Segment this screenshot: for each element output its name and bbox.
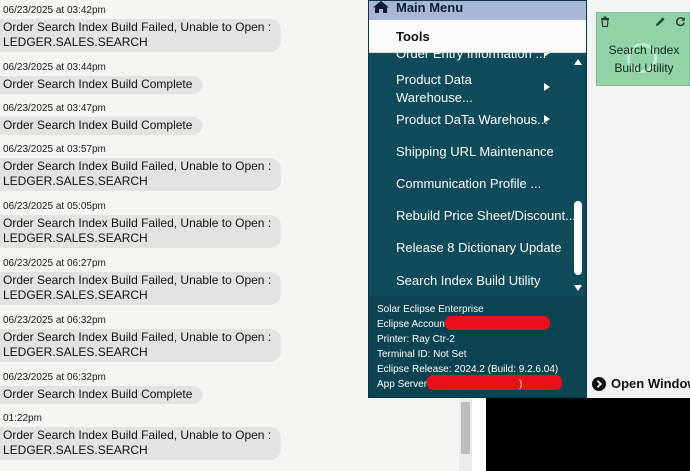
log-message-line: LEDGER.SALES.SEARCH	[3, 35, 148, 49]
menu-item-rebuild-price-sheet[interactable]: Rebuild Price Sheet/Discount...	[396, 207, 576, 225]
log-message: Order Search Index Build Complete	[0, 76, 203, 94]
scroll-up-icon[interactable]	[574, 59, 582, 65]
log-timestamp: 06/23/2025 at 05:05pm	[3, 201, 106, 212]
log-entry: 06/23/2025 at 06:27pm Order Search Index…	[0, 258, 282, 305]
main-menu-panel: Main Menu Tools Order Entry Information …	[368, 0, 587, 398]
info-terminal: Terminal ID: Not Set	[377, 349, 467, 360]
log-entry: 06/23/2025 at 05:05pm Order Search Index…	[0, 201, 282, 248]
menu-item-search-index-build-utility[interactable]: Search Index Build Utility	[396, 272, 541, 290]
log-timestamp: 06/23/2025 at 03:47pm	[3, 103, 106, 114]
main-menu-header[interactable]: Main Menu	[369, 1, 586, 20]
log-message-line: Order Search Index Build Failed, Unable …	[3, 216, 272, 230]
chevron-right-circle-icon	[592, 377, 606, 391]
refresh-icon[interactable]	[675, 16, 686, 27]
log-message-line: Order Search Index Build Complete	[3, 387, 193, 401]
menu-item-label: Search Index Build Utility	[396, 273, 541, 288]
log-scrollbar-thumb[interactable]	[461, 402, 470, 454]
menu-item-label: Order Entry Information ...	[396, 53, 547, 61]
log-message-line: Order Search Index Build Failed, Unable …	[3, 159, 272, 173]
log-message: Order Search Index Build Failed, Unable …	[0, 158, 282, 191]
log-message: Order Search Index Build Complete	[0, 386, 203, 404]
menu-item-label: Shipping URL Maintenance	[396, 144, 554, 159]
submenu-arrow-icon	[544, 115, 550, 123]
home-icon	[373, 1, 389, 13]
tile-title: Search Index Build Utility	[597, 41, 690, 77]
tile-title-line: Build Utility	[614, 61, 674, 75]
menu-item-order-entry-information[interactable]: Order Entry Information ...	[396, 53, 546, 63]
menu-item-label: Rebuild Price Sheet/Discount...	[396, 208, 576, 223]
menu-item-label: Release 8 Dictionary Update	[396, 240, 562, 255]
log-message: Order Search Index Build Failed, Unable …	[0, 19, 282, 52]
open-windows-label: Open Window	[611, 376, 690, 391]
log-message-line: LEDGER.SALES.SEARCH	[3, 231, 148, 245]
menu-item-label: Communication Profile ...	[396, 176, 542, 191]
menu-list: Order Entry Information ... Product Data…	[369, 53, 586, 296]
menu-section-tools[interactable]: Tools	[369, 20, 586, 53]
menu-scrollbar[interactable]	[572, 57, 584, 293]
log-message-line: Order Search Index Build Failed, Unable …	[3, 273, 272, 287]
log-entry: 06/23/2025 at 03:42pm Order Search Index…	[0, 5, 282, 52]
menu-section-label: Tools	[396, 29, 430, 44]
submenu-arrow-icon	[544, 83, 550, 91]
log-timestamp: 06/23/2025 at 06:32pm	[3, 372, 106, 383]
log-timestamp: 06/23/2025 at 06:27pm	[3, 258, 106, 269]
log-timestamp: 06/23/2025 at 03:57pm	[3, 144, 106, 155]
session-info: Solar Eclipse Enterprise Eclipse Account…	[369, 296, 586, 397]
tile-title-line: Search Index	[608, 43, 680, 57]
log-timestamp: 01:22pm	[3, 413, 42, 424]
menu-item-shipping-url-maintenance[interactable]: Shipping URL Maintenance	[396, 143, 554, 161]
redaction-mark	[445, 316, 550, 330]
tile-toolbar	[597, 13, 690, 29]
menu-item-label: Warehouse...	[396, 90, 473, 105]
info-app-server: App Server	[377, 379, 428, 390]
taskbar-area	[486, 398, 690, 471]
log-message-line: Order Search Index Build Complete	[3, 77, 193, 91]
log-timestamp: 06/23/2025 at 03:42pm	[3, 5, 106, 16]
menu-item-label: Product DaTa Warehous...	[396, 112, 548, 127]
log-message-line: Order Search Index Build Failed, Unable …	[3, 330, 272, 344]
submenu-arrow-icon	[544, 53, 550, 57]
trash-icon[interactable]	[600, 16, 610, 27]
redaction-mark	[427, 375, 562, 390]
menu-item-label: Product Data	[396, 72, 472, 87]
info-printer: Printer: Ray Ctr-2	[377, 334, 455, 345]
info-app-server-tail: )	[519, 379, 523, 390]
scroll-down-icon[interactable]	[574, 285, 582, 291]
log-entry: 01:22pm Order Search Index Build Failed,…	[0, 413, 282, 460]
log-message: Order Search Index Build Failed, Unable …	[0, 329, 282, 362]
main-menu-title: Main Menu	[396, 0, 464, 15]
log-message-line: Order Search Index Build Complete	[3, 118, 193, 132]
log-entry: 06/23/2025 at 03:47pm Order Search Index…	[0, 103, 203, 135]
log-message: Order Search Index Build Complete	[0, 117, 203, 135]
menu-item-product-data-warehouse-2[interactable]: Product DaTa Warehous...	[396, 111, 548, 129]
log-message-line: Order Search Index Build Failed, Unable …	[3, 428, 272, 442]
menu-item-communication-profile[interactable]: Communication Profile ...	[396, 175, 541, 193]
search-index-tile[interactable]: Search Index Build Utility	[596, 12, 690, 86]
log-entry: 06/23/2025 at 06:32pm Order Search Index…	[0, 315, 282, 362]
info-product: Solar Eclipse Enterprise	[377, 304, 484, 315]
info-account: Eclipse Account	[377, 319, 448, 330]
log-message-line: Order Search Index Build Failed, Unable …	[3, 20, 272, 34]
log-message-line: LEDGER.SALES.SEARCH	[3, 288, 148, 302]
menu-item-product-data-warehouse[interactable]: Product Data Warehouse...	[396, 71, 473, 107]
log-message: Order Search Index Build Failed, Unable …	[0, 427, 282, 460]
menu-scrollbar-thumb[interactable]	[574, 201, 582, 275]
pencil-icon[interactable]	[655, 16, 666, 27]
log-timestamp: 06/23/2025 at 03:44pm	[3, 62, 106, 73]
log-entry: 06/23/2025 at 06:32pm Order Search Index…	[0, 372, 203, 404]
log-timestamp: 06/23/2025 at 06:32pm	[3, 315, 106, 326]
log-message: Order Search Index Build Failed, Unable …	[0, 215, 282, 248]
menu-item-release-8-dictionary-update[interactable]: Release 8 Dictionary Update	[396, 239, 561, 257]
log-entry: 06/23/2025 at 03:57pm Order Search Index…	[0, 144, 282, 191]
log-message-line: LEDGER.SALES.SEARCH	[3, 345, 148, 359]
log-message: Order Search Index Build Failed, Unable …	[0, 272, 282, 305]
log-message-line: LEDGER.SALES.SEARCH	[3, 443, 148, 457]
log-message-line: LEDGER.SALES.SEARCH	[3, 174, 148, 188]
log-entry: 06/23/2025 at 03:44pm Order Search Index…	[0, 62, 203, 94]
